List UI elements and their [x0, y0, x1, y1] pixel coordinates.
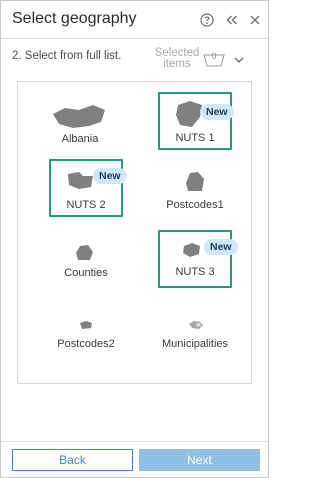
basket-icon: 0: [203, 51, 225, 67]
geography-tile-nuts-1[interactable]: New NUTS 1: [158, 92, 234, 150]
postcodes1-map-icon: [186, 172, 204, 191]
tile-label: Municipalities: [161, 338, 229, 350]
tile-label: Postcodes2: [57, 338, 115, 350]
geography-tile-postcodes2[interactable]: Postcodes2: [49, 304, 123, 362]
close-icon[interactable]: [245, 10, 265, 30]
geography-tile-municipalities[interactable]: Municipalities: [158, 304, 232, 362]
municipalities-map-icon: [189, 321, 203, 329]
chevron-down-icon[interactable]: [233, 53, 245, 65]
tile-label: Postcodes1: [166, 199, 224, 211]
tile-label: NUTS 1: [175, 132, 215, 144]
back-button[interactable]: Back: [12, 449, 133, 471]
nuts-3-map-icon: [183, 243, 200, 257]
selected-items-label: Selected items: [151, 47, 203, 70]
geography-tile-postcodes1[interactable]: Postcodes1: [158, 159, 232, 217]
tile-label: NUTS 3: [175, 266, 215, 278]
selected-items-line2: items: [163, 58, 191, 70]
geography-grid: Albania New NUTS 1 New NUTS 2 Postcodes1: [17, 81, 252, 384]
tile-label: Counties: [64, 267, 108, 279]
select-geography-panel: Select geography 2. Select from full lis…: [0, 0, 269, 478]
albania-map-icon: [53, 105, 105, 128]
new-badge: New: [93, 168, 127, 184]
step-instruction: 2. Select from full list.: [12, 50, 122, 62]
tile-label: NUTS 2: [66, 199, 106, 211]
double-chevron-left-icon[interactable]: [222, 10, 242, 30]
help-icon[interactable]: [197, 10, 217, 30]
geography-tile-albania[interactable]: Albania: [43, 92, 117, 150]
panel-header: Select geography: [1, 1, 268, 39]
geography-tile-counties[interactable]: Counties: [49, 230, 123, 288]
postcodes2-map-icon: [80, 321, 92, 329]
next-button[interactable]: Next: [139, 449, 260, 471]
new-badge: New: [200, 104, 234, 120]
tile-label: Albania: [61, 133, 99, 145]
nuts-2-map-icon: [68, 172, 93, 189]
selected-count: 0: [211, 51, 217, 61]
geography-tile-nuts-2[interactable]: New NUTS 2: [49, 159, 127, 217]
page-title: Select geography: [12, 10, 137, 27]
geography-tile-nuts-3[interactable]: New NUTS 3: [158, 230, 238, 288]
new-badge: New: [204, 239, 238, 255]
counties-map-icon: [76, 245, 93, 260]
